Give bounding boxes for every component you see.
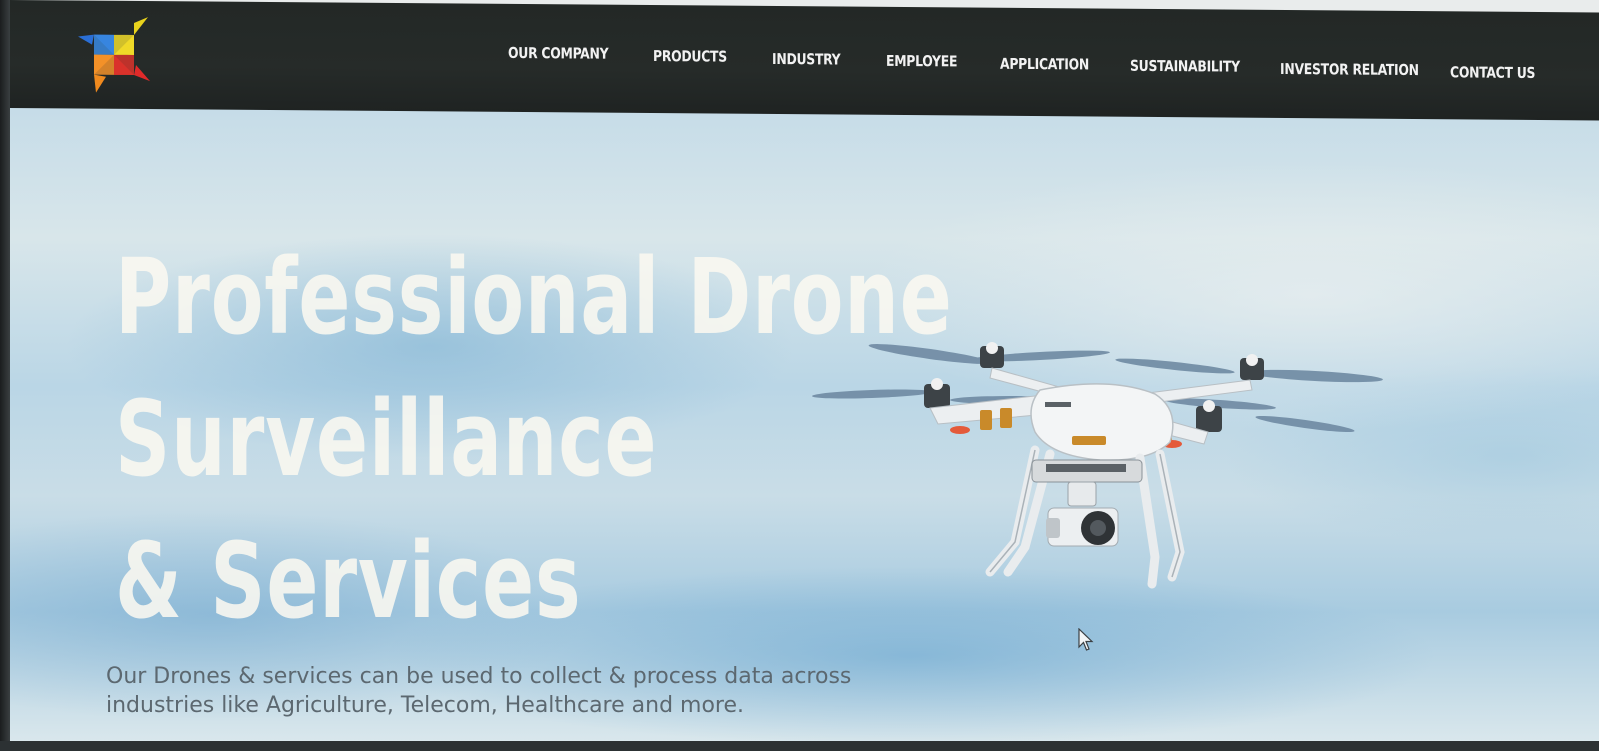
mouse-pointer-icon bbox=[1078, 628, 1094, 651]
nav-item-investor-relation[interactable]: INVESTOR RELATION bbox=[1280, 60, 1419, 79]
hero-section: Professional Drone Surveillance & Servic… bbox=[10, 96, 1599, 741]
nav-item-our-company[interactable]: OUR COMPANY bbox=[508, 44, 608, 63]
hero-subtitle-line-2: industries like Agriculture, Telecom, He… bbox=[106, 693, 745, 718]
quadcopter-drone-icon bbox=[812, 342, 1383, 589]
monitor-bezel bbox=[0, 0, 10, 751]
nav-item-products[interactable]: PRODUCTS bbox=[653, 47, 727, 66]
monitor-bottom-edge bbox=[0, 741, 1599, 751]
hero-subtitle: Our Drones & services can be used to col… bbox=[106, 662, 1006, 720]
nav-item-contact-us[interactable]: CONTACT US bbox=[1450, 63, 1535, 82]
nav-item-employee[interactable]: EMPLOYEE bbox=[886, 52, 957, 71]
nav-item-industry[interactable]: INDUSTRY bbox=[772, 50, 840, 69]
screen: Professional Drone Surveillance & Servic… bbox=[0, 0, 1599, 751]
nav-menu: OUR COMPANY PRODUCTS INDUSTRY EMPLOYEE A… bbox=[10, 0, 1599, 120]
nav-item-application[interactable]: APPLICATION bbox=[1000, 55, 1089, 74]
top-navbar: OUR COMPANY PRODUCTS INDUSTRY EMPLOYEE A… bbox=[10, 0, 1599, 121]
nav-item-sustainability[interactable]: SUSTAINABILITY bbox=[1130, 57, 1240, 76]
hero-subtitle-line-1: Our Drones & services can be used to col… bbox=[106, 664, 852, 689]
